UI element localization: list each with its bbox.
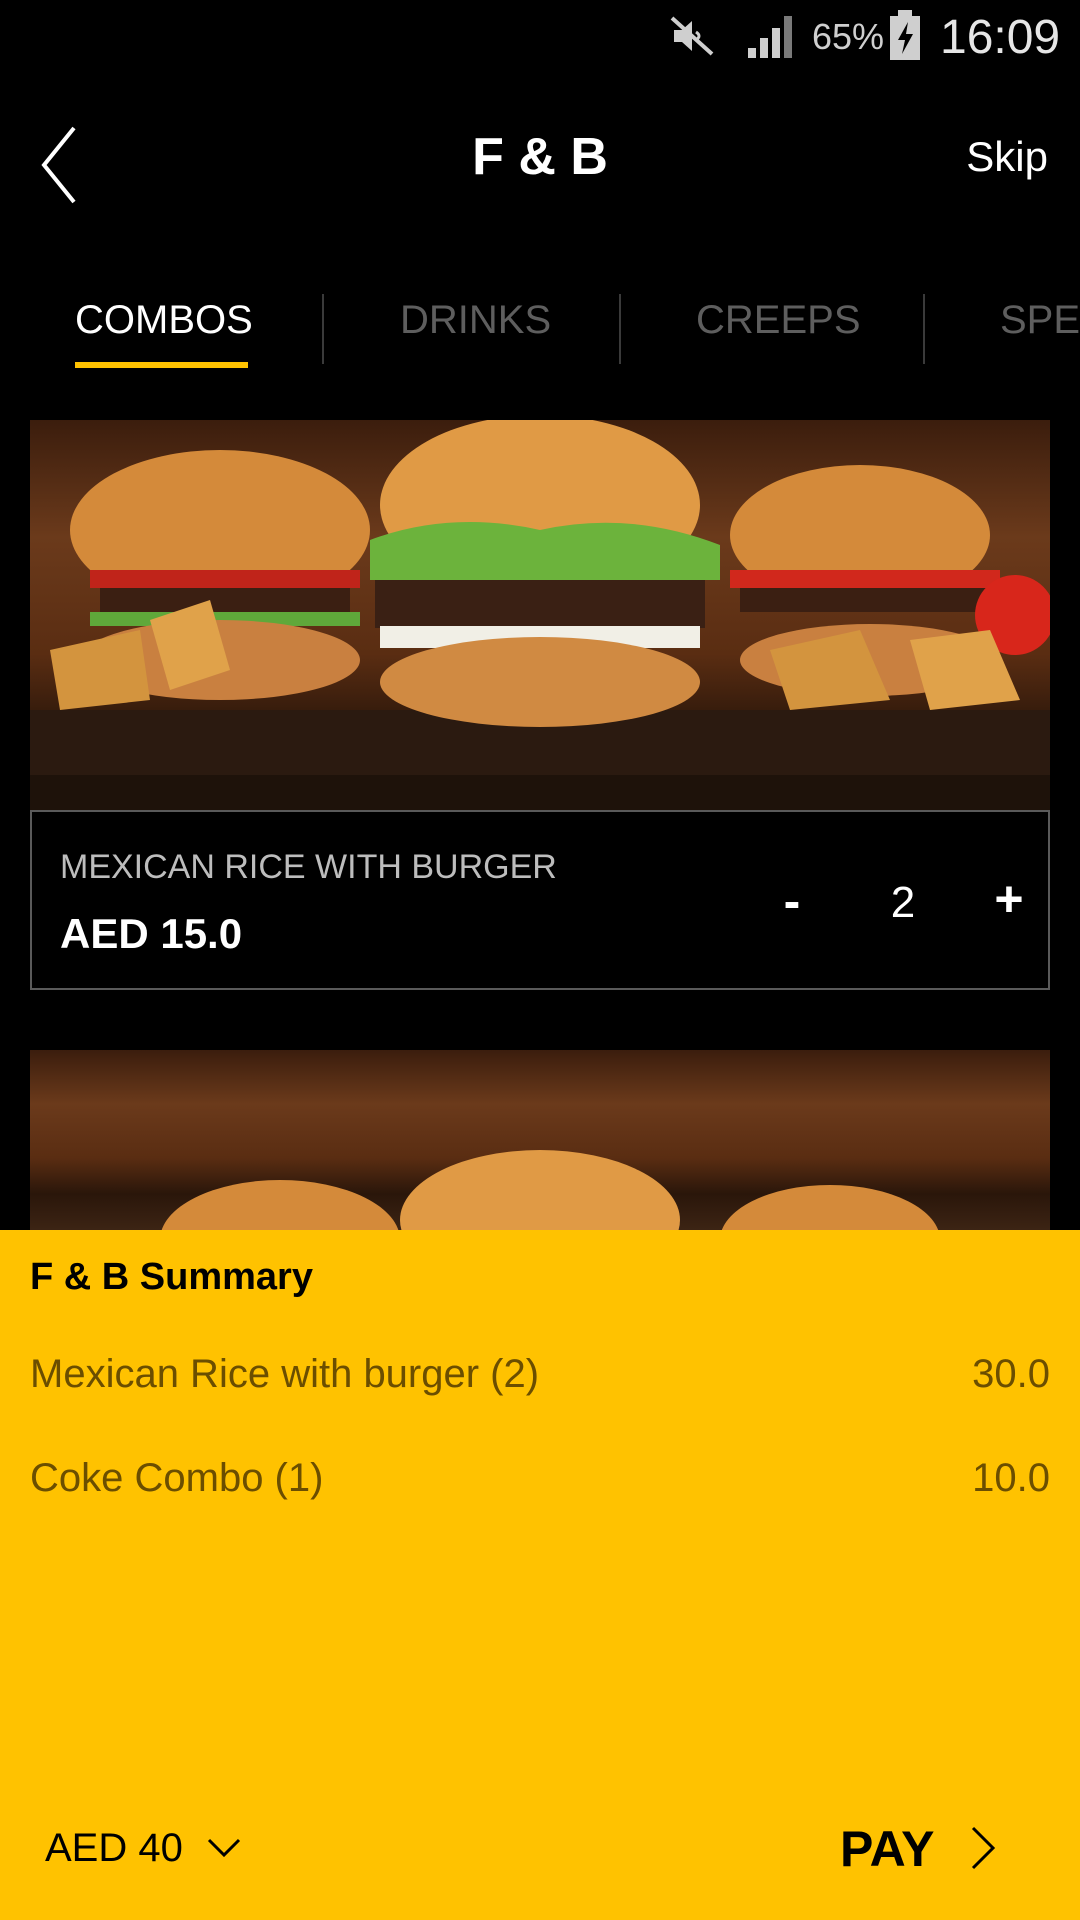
page-title: F & B [472, 128, 608, 186]
signal-icon [748, 16, 792, 58]
fnb-summary-panel: F & B Summary Mexican Rice with burger (… [0, 1230, 1080, 1920]
mute-icon [670, 16, 714, 56]
quantity-value: 2 [890, 878, 916, 927]
summary-item-label: Mexican Rice with burger (2) [30, 1352, 540, 1396]
summary-item-amount: 10.0 [972, 1456, 1050, 1500]
tab-divider [322, 294, 324, 364]
summary-title: F & B Summary [30, 1256, 313, 1298]
battery-charging-icon [890, 10, 920, 60]
product-card[interactable] [30, 1050, 1050, 1230]
decrease-quantity-button[interactable]: - [772, 872, 812, 930]
status-time: 16:09 [940, 11, 1061, 64]
chevron-right-icon[interactable] [968, 1822, 998, 1874]
product-image [30, 420, 1050, 810]
battery-percentage: 65% [812, 16, 885, 57]
tab-divider [923, 294, 925, 364]
total-amount[interactable]: AED 40 [45, 1826, 183, 1871]
tab-creeps[interactable]: CREEPS [696, 298, 861, 343]
tab-combos[interactable]: COMBOS [75, 298, 253, 343]
status-bar: 65% 16:09 [0, 0, 1080, 75]
product-price: AED 15.0 [60, 910, 243, 957]
summary-item-amount: 30.0 [972, 1352, 1050, 1396]
active-tab-indicator [75, 362, 248, 368]
top-app-bar: F & B Skip [0, 75, 1080, 240]
summary-item-label: Coke Combo (1) [30, 1456, 324, 1500]
product-info: MEXICAN RICE WITH BURGER AED 15.0 - 2 + [30, 810, 1050, 990]
chevron-down-icon[interactable] [206, 1836, 242, 1860]
increase-quantity-button[interactable]: + [984, 870, 1034, 928]
tab-divider [619, 294, 621, 364]
skip-button[interactable]: Skip [966, 133, 1048, 181]
product-image [30, 1050, 1050, 1230]
product-name: MEXICAN RICE WITH BURGER [60, 848, 557, 886]
burger-illustration [30, 420, 1050, 810]
product-card[interactable]: MEXICAN RICE WITH BURGER AED 15.0 - 2 + [30, 420, 1050, 990]
tab-specials[interactable]: SPE [1000, 298, 1080, 343]
burger-illustration [161, 1150, 939, 1230]
category-tabs: COMBOS DRINKS CREEPS SPE [0, 270, 1080, 380]
tab-drinks[interactable]: DRINKS [400, 298, 551, 343]
pay-button[interactable]: PAY [840, 1820, 935, 1878]
